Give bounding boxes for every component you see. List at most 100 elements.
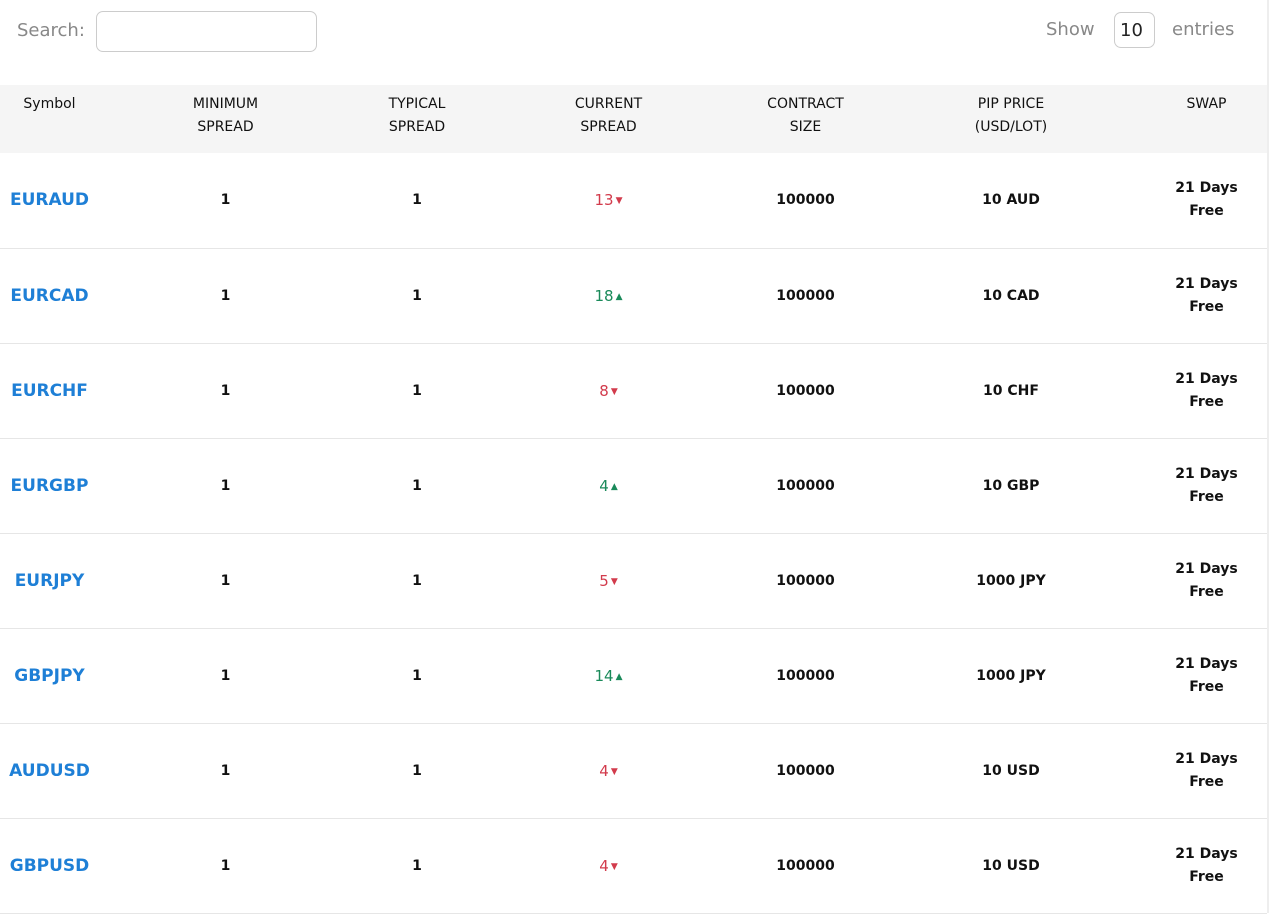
symbol-link[interactable]: AUDUSD (0, 723, 99, 818)
swap-text: Free (1189, 583, 1224, 600)
caret-down-icon: ▼ (615, 196, 623, 207)
current-spread-cell: 8 ▼ (482, 343, 735, 438)
swap-cell: 21 Days Free (1146, 723, 1267, 818)
column-header-label: SWAP (1186, 96, 1227, 112)
swap-text: 21 Days (1175, 655, 1238, 672)
table-row: GBPJPY 1 1 14 ▲ 100000 1000 JPY 21 Days Free (0, 628, 1267, 723)
table-row: EURAUD 1 1 13 ▼ 100000 10 AUD 21 Days Free (0, 153, 1267, 248)
contract-size-cell: 100000 (776, 667, 835, 684)
search-input[interactable] (96, 11, 317, 52)
contract-size-cell: 100000 (776, 192, 835, 209)
pip-price-cell: 1000 JPY (976, 667, 1046, 684)
swap-text: 21 Days (1175, 370, 1238, 387)
typical-spread-cell: 1 (412, 857, 422, 874)
current-spread-cell: 14 ▲ (482, 628, 735, 723)
pip-price-cell: 10 CAD (982, 287, 1040, 304)
column-header-label: TYPICAL (388, 96, 446, 112)
caret-up-icon: ▲ (610, 481, 618, 492)
swap-cell: 21 Days Free (1146, 343, 1267, 438)
swap-text: 21 Days (1175, 750, 1238, 767)
column-header-typical-spread[interactable]: TYPICAL SPREAD (352, 85, 482, 153)
current-spread-value: 8 (599, 381, 609, 400)
column-header-contract-size[interactable]: CONTRACT SIZE (735, 85, 876, 153)
column-header-label: SPREAD (197, 119, 254, 135)
table-controls: Search: Show 10 entries (0, 0, 1269, 85)
current-spread-value: 5 (599, 571, 609, 590)
typical-spread-cell: 1 (412, 762, 422, 779)
current-spread-cell: 4 ▼ (482, 818, 735, 913)
current-spread-value: 13 (594, 191, 614, 210)
table-body: EURAUD 1 1 13 ▼ 100000 10 AUD 21 Days Free EURCAD… (0, 153, 1267, 913)
swap-text: Free (1189, 678, 1224, 695)
column-header-swap[interactable]: SWAP (1146, 85, 1267, 153)
table-row: AUDUSD 1 1 4 ▼ 100000 10 USD 21 Days Free (0, 723, 1267, 818)
column-header-min-spread[interactable]: MINIMUM SPREAD (99, 85, 352, 153)
spreads-table: Symbol MINIMUM SPREAD TYPICAL SPREAD CURRENT S… (0, 85, 1267, 914)
spreads-page: Search: Show 10 entries Symbol MINIMUM SPR… (0, 0, 1269, 913)
column-header-label: Symbol (23, 96, 76, 112)
swap-text: Free (1189, 298, 1224, 315)
symbol-link[interactable]: GBPUSD (0, 818, 99, 913)
table-row: EURGBP 1 1 4 ▲ 100000 10 GBP 21 Days Free (0, 438, 1267, 533)
swap-cell: 21 Days Free (1146, 533, 1267, 628)
current-spread-value: 18 (594, 286, 614, 305)
current-spread-value: 4 (599, 856, 609, 875)
current-spread-value: 14 (594, 666, 614, 685)
symbol-link[interactable]: GBPJPY (0, 628, 99, 723)
typical-spread-cell: 1 (412, 287, 422, 304)
swap-cell: 21 Days Free (1146, 438, 1267, 533)
caret-down-icon: ▼ (610, 766, 618, 777)
table-row: EURCHF 1 1 8 ▼ 100000 10 CHF 21 Days Free (0, 343, 1267, 438)
current-spread-cell: 13 ▼ (482, 153, 735, 248)
column-header-label: SPREAD (388, 119, 446, 135)
caret-down-icon: ▼ (610, 386, 618, 397)
current-spread-cell: 4 ▼ (482, 723, 735, 818)
contract-size-cell: 100000 (776, 287, 835, 304)
minimum-spread-cell: 1 (220, 572, 231, 589)
column-header-label: CURRENT (574, 96, 643, 112)
column-header-label: SPREAD (580, 119, 637, 135)
show-label: Show (1046, 19, 1095, 40)
column-header-current-spread[interactable]: CURRENT SPREAD (482, 85, 735, 153)
contract-size-cell: 100000 (776, 857, 835, 874)
typical-spread-cell: 1 (412, 572, 422, 589)
minimum-spread-cell: 1 (220, 667, 231, 684)
symbol-link[interactable]: EURCAD (0, 248, 99, 343)
pip-price-cell: 10 CHF (983, 382, 1039, 399)
table-row: EURCAD 1 1 18 ▲ 100000 10 CAD 21 Days Free (0, 248, 1267, 343)
entries-per-page-select[interactable]: 10 (1114, 12, 1155, 48)
caret-down-icon: ▼ (610, 861, 618, 872)
symbol-link[interactable]: EURCHF (0, 343, 99, 438)
column-header-label: CONTRACT (767, 96, 844, 112)
minimum-spread-cell: 1 (220, 192, 231, 209)
current-spread-cell: 18 ▲ (482, 248, 735, 343)
symbol-link[interactable]: EURGBP (0, 438, 99, 533)
pip-price-cell: 10 USD (982, 762, 1040, 779)
minimum-spread-cell: 1 (220, 857, 231, 874)
contract-size-cell: 100000 (776, 477, 835, 494)
column-header-symbol[interactable]: Symbol (0, 85, 99, 153)
header-row: Symbol MINIMUM SPREAD TYPICAL SPREAD CURRENT S… (0, 85, 1267, 153)
caret-up-icon: ▲ (615, 671, 623, 682)
column-header-label: SIZE (789, 119, 822, 135)
typical-spread-cell: 1 (412, 667, 422, 684)
symbol-link[interactable]: EURAUD (0, 153, 99, 248)
contract-size-cell: 100000 (776, 382, 835, 399)
minimum-spread-cell: 1 (220, 382, 231, 399)
column-header-label: MINIMUM (192, 96, 259, 112)
pip-price-cell: 10 AUD (982, 192, 1040, 209)
swap-text: 21 Days (1175, 465, 1238, 482)
swap-text: Free (1189, 393, 1224, 410)
table-header: Symbol MINIMUM SPREAD TYPICAL SPREAD CURRENT S… (0, 85, 1267, 153)
swap-cell: 21 Days Free (1146, 628, 1267, 723)
typical-spread-cell: 1 (412, 477, 422, 494)
symbol-link[interactable]: EURJPY (0, 533, 99, 628)
current-spread-cell: 5 ▼ (482, 533, 735, 628)
search-label: Search: (17, 20, 85, 41)
pip-price-cell: 1000 JPY (976, 572, 1046, 589)
swap-text: Free (1189, 488, 1224, 505)
caret-up-icon: ▲ (615, 291, 623, 302)
pip-price-cell: 10 GBP (982, 477, 1040, 494)
column-header-pip-price[interactable]: PIP PRICE (USD/LOT) (876, 85, 1146, 153)
table-row: EURJPY 1 1 5 ▼ 100000 1000 JPY 21 Days Free (0, 533, 1267, 628)
